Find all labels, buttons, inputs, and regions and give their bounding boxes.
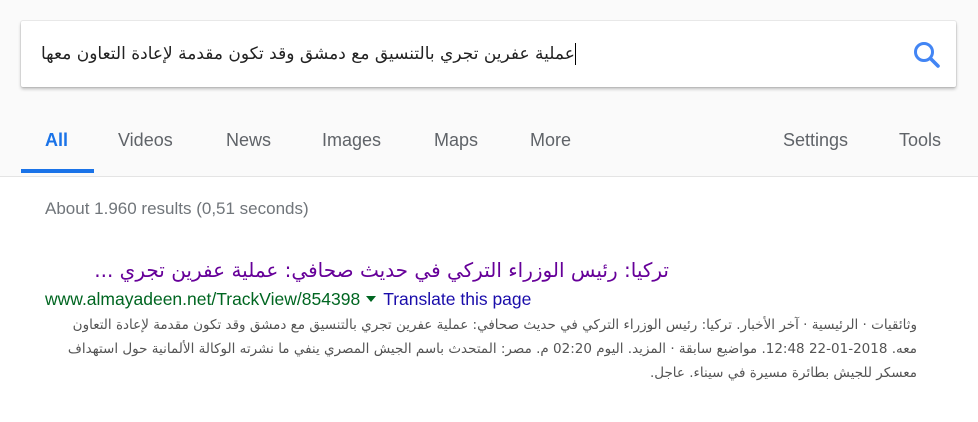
tab-news[interactable]: News [226,130,271,151]
search-icon [914,42,940,68]
result-stats: About 1.960 results (0,51 seconds) [45,199,309,218]
search-box: عملية عفرين تجري بالتنسيق مع دمشق وقد تك… [21,21,956,87]
search-tabs: All Videos News Images Maps More Setting… [0,118,978,175]
tab-videos[interactable]: Videos [118,130,173,151]
tab-more[interactable]: More [530,130,571,151]
result-title-link[interactable]: تركيا: رئيس الوزراء التركي في حديث صحافي… [45,256,669,284]
search-result: تركيا: رئيس الوزراء التركي في حديث صحافي… [45,256,925,385]
result-snippet: وثائقيات · الرئيسية · آخر الأخبار. تركيا… [67,317,917,381]
search-input[interactable]: عملية عفرين تجري بالتنسيق مع دمشق وقد تك… [41,39,907,69]
tab-tools[interactable]: Tools [899,130,941,151]
result-url: www.almayadeen.net/TrackView/854398 [45,289,361,309]
search-button[interactable] [911,39,943,71]
header-area: عملية عفرين تجري بالتنسيق مع دمشق وقد تك… [0,0,978,177]
tab-images[interactable]: Images [322,130,381,151]
tab-settings[interactable]: Settings [783,130,848,151]
tab-maps[interactable]: Maps [434,130,478,151]
active-tab-indicator [21,169,94,173]
text-caret [574,43,576,65]
search-query-text: عملية عفرين تجري بالتنسيق مع دمشق وقد تك… [41,44,575,64]
tab-all[interactable]: All [45,130,68,151]
translate-link[interactable]: Translate this page [383,289,531,309]
url-dropdown-arrow-icon[interactable] [366,296,377,303]
result-url-line: www.almayadeen.net/TrackView/854398 Trans… [45,287,925,311]
